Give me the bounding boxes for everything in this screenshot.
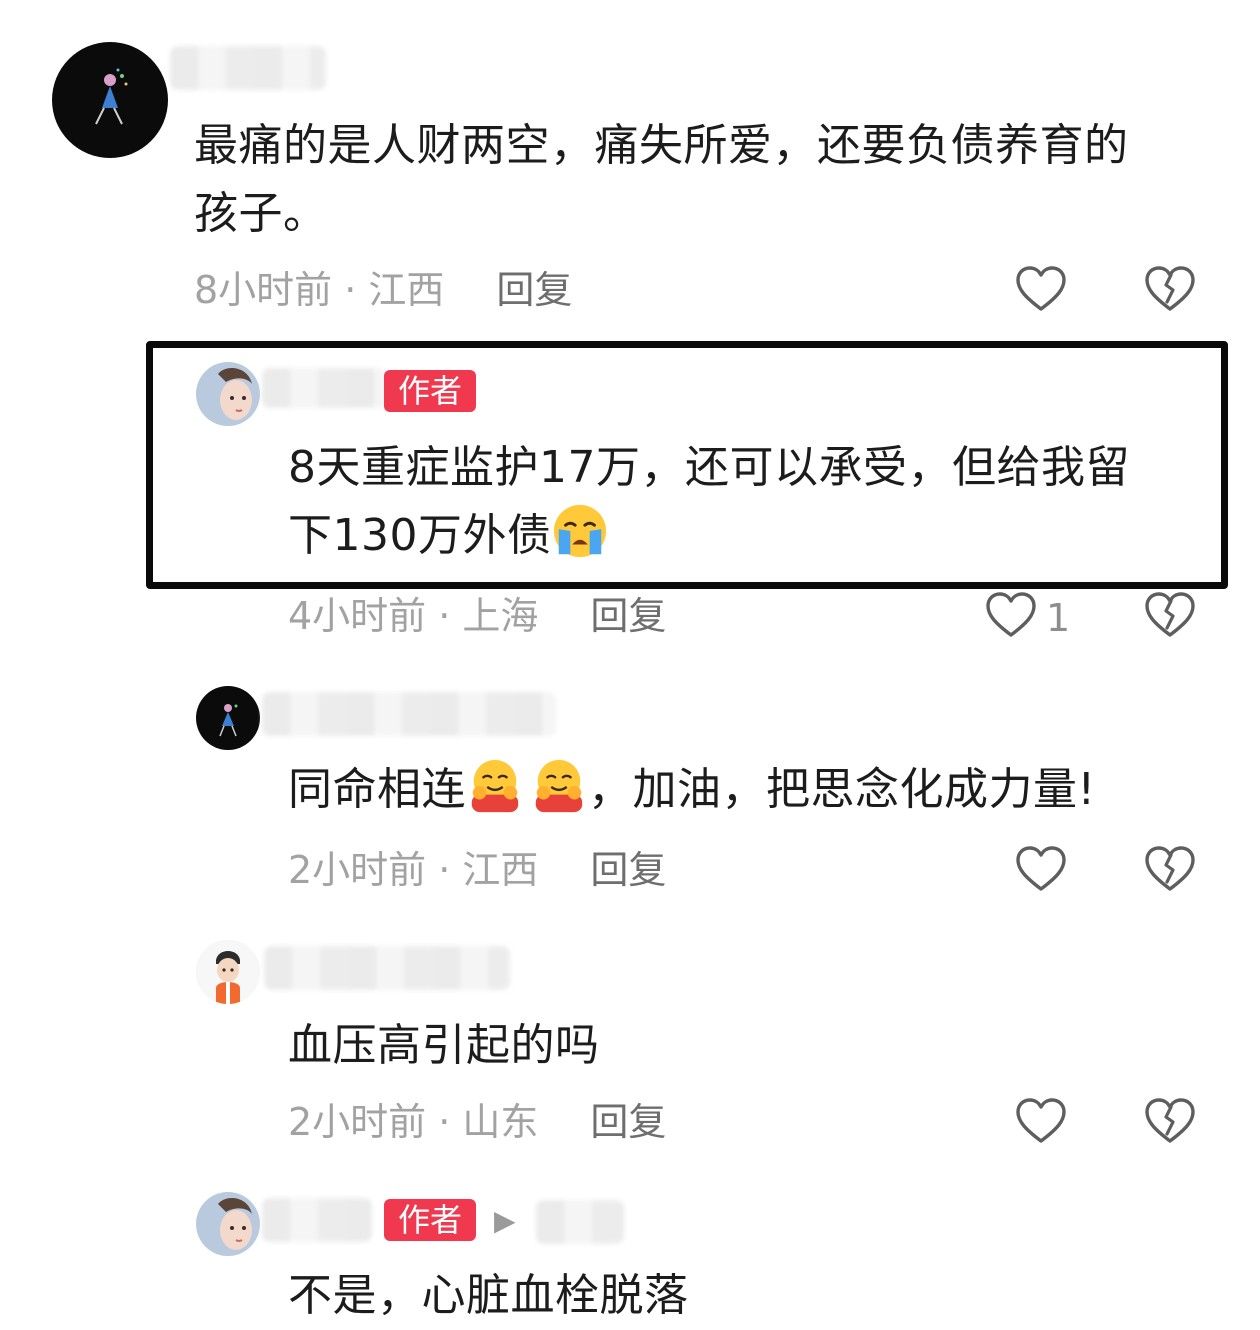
like-count: 1	[1046, 596, 1071, 640]
author-badge: 作者	[384, 1199, 477, 1241]
username-blurred[interactable]	[264, 946, 510, 990]
comment-text: 血压高引起的吗	[288, 1020, 600, 1071]
avatar[interactable]	[196, 1192, 260, 1256]
comment-meta: 8小时前 · 江西 回复	[194, 268, 572, 312]
timestamp-location: 8小时前 · 江西	[194, 268, 445, 312]
comment-text: 不是，心脏血栓脱落	[288, 1270, 689, 1321]
like-heart-icon[interactable]	[1013, 1094, 1069, 1150]
username-blurred[interactable]	[262, 1198, 372, 1242]
dislike-broken-heart-icon[interactable]	[1142, 588, 1198, 644]
dislike-broken-heart-icon[interactable]	[1142, 842, 1198, 898]
timestamp-location: 2小时前 · 江西	[288, 848, 539, 892]
reply-button[interactable]: 回复	[496, 268, 572, 312]
crying-face-icon	[551, 502, 609, 560]
reply-button[interactable]: 回复	[590, 848, 666, 892]
comment-text: 同命相连 ，加油，把思念化成力量!	[288, 756, 1218, 824]
reply-button[interactable]: 回复	[590, 1100, 666, 1144]
comment-text: 8天重症监护17万，还可以承受，但给我留 下130万外债	[288, 442, 1130, 561]
hug-emoji-icon	[466, 756, 524, 814]
comment-meta: 4小时前 · 上海 回复	[288, 594, 666, 638]
hug-emoji-icon	[530, 756, 588, 814]
username-blurred[interactable]	[262, 692, 556, 736]
dislike-broken-heart-icon[interactable]	[1142, 1094, 1198, 1150]
comment-meta: 2小时前 · 山东 回复	[288, 1100, 666, 1144]
avatar[interactable]	[196, 686, 260, 750]
reply-arrow-icon: ▶	[494, 1204, 516, 1237]
avatar[interactable]	[196, 362, 260, 426]
username-blurred[interactable]	[170, 46, 326, 90]
timestamp-location: 2小时前 · 山东	[288, 1100, 539, 1144]
author-badge: 作者	[384, 370, 477, 412]
username-blurred[interactable]	[262, 368, 386, 408]
timestamp-location: 4小时前 · 上海	[288, 594, 539, 638]
reply-button[interactable]: 回复	[590, 594, 666, 638]
comment-text: 最痛的是人财两空，痛失所爱，还要负债养育的 孩子。	[194, 120, 1129, 239]
reply-target-username-blurred[interactable]	[536, 1200, 624, 1244]
like-heart-icon[interactable]	[1013, 262, 1069, 318]
avatar[interactable]	[196, 940, 260, 1004]
dislike-broken-heart-icon[interactable]	[1142, 262, 1198, 318]
comment-meta: 2小时前 · 江西 回复	[288, 848, 666, 892]
like-heart-icon[interactable]	[1013, 842, 1069, 898]
like-heart-icon[interactable]	[983, 588, 1039, 644]
avatar[interactable]	[52, 42, 168, 158]
